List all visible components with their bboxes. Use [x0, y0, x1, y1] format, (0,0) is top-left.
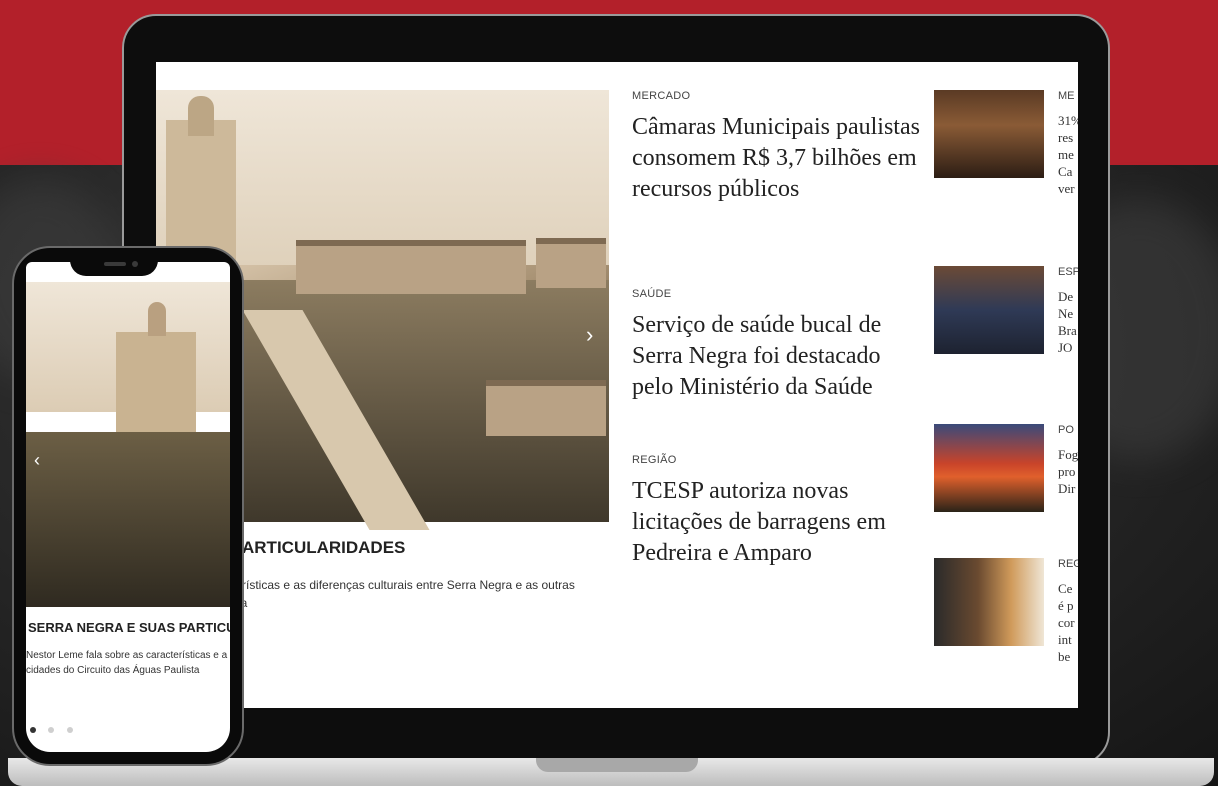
side-thumbnail[interactable] [934, 90, 1044, 178]
carousel-dot[interactable] [66, 727, 73, 733]
hero-title[interactable]: ARTICULARIDADES [242, 538, 405, 558]
side-category[interactable]: ME [1058, 90, 1075, 102]
side-text[interactable]: Fog pro Dir [1058, 446, 1078, 497]
laptop-notch [536, 758, 698, 772]
side-article[interactable]: PO Fog pro Dir [934, 424, 1078, 514]
article-headline[interactable]: Câmaras Municipais paulistas consomem R$… [632, 112, 922, 205]
side-text[interactable]: Ce é p cor int be [1058, 580, 1078, 665]
article-item[interactable]: REGIÃO TCESP autoriza novas licitações d… [632, 454, 922, 569]
phone-screen: ‹ SERRA NEGRA E SUAS PARTICU Nestor Leme… [26, 262, 230, 752]
side-article[interactable]: REG Ce é p cor int be [934, 558, 1078, 664]
article-category[interactable]: MERCADO [632, 90, 922, 102]
article-item[interactable]: MERCADO Câmaras Municipais paulistas con… [632, 90, 922, 205]
side-text[interactable]: 31% res me Ca ver [1058, 112, 1078, 197]
side-article[interactable]: ME 31% res me Ca ver [934, 90, 1078, 196]
phone-camera [132, 261, 138, 267]
article-category[interactable]: REGIÃO [632, 454, 922, 466]
side-thumbnail[interactable] [934, 424, 1044, 512]
side-category[interactable]: PO [1058, 424, 1074, 436]
side-text[interactable]: De Ne Bra JO [1058, 288, 1078, 356]
side-thumbnail[interactable] [934, 558, 1044, 646]
carousel-prev-icon[interactable]: ‹ [34, 450, 40, 471]
laptop-screen: › ARTICULARIDADES cterísticas e as difer… [156, 62, 1078, 708]
carousel-dot[interactable] [30, 727, 36, 733]
carousel-dots [30, 720, 81, 738]
phone-hero-image[interactable]: ‹ [26, 282, 230, 607]
side-category[interactable]: ESP [1058, 266, 1078, 278]
article-headline[interactable]: TCESP autoriza novas licitações de barra… [632, 476, 922, 569]
article-item[interactable]: SAÚDE Serviço de saúde bucal de Serra Ne… [632, 288, 922, 403]
article-headline[interactable]: Serviço de saúde bucal de Serra Negra fo… [632, 310, 922, 403]
phone-hero-description: Nestor Leme fala sobre as característica… [26, 650, 228, 676]
article-category[interactable]: SAÚDE [632, 288, 922, 300]
hero-description: cterísticas e as diferenças culturais en… [226, 578, 575, 610]
side-category[interactable]: REG [1058, 558, 1078, 570]
church-illustration [116, 332, 196, 432]
side-article[interactable]: ESP De Ne Bra JO [934, 266, 1078, 356]
phone-hero-title[interactable]: SERRA NEGRA E SUAS PARTICU [28, 620, 230, 635]
phone-speaker [104, 262, 126, 266]
side-thumbnail[interactable] [934, 266, 1044, 354]
carousel-next-icon[interactable]: › [586, 322, 593, 348]
carousel-dot[interactable] [48, 727, 55, 733]
